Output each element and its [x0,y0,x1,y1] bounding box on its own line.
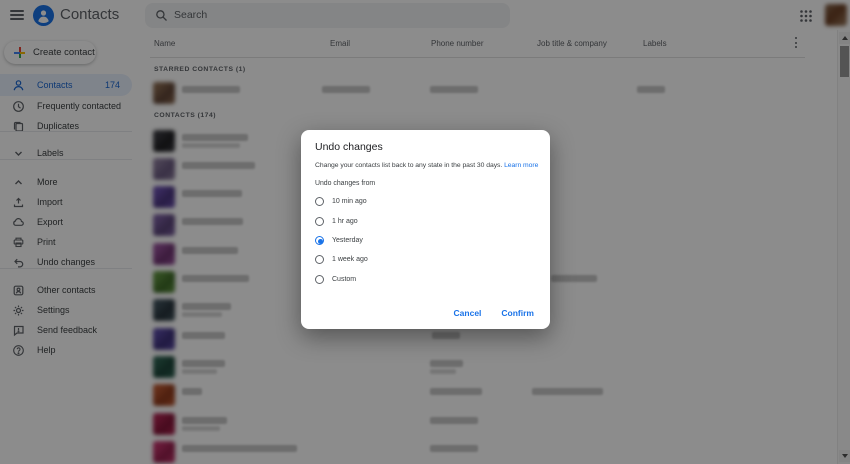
radio-label: 1 week ago [332,256,368,263]
learn-more-link[interactable]: Learn more [504,162,538,169]
radio-icon[interactable] [315,217,324,226]
radio-icon[interactable] [315,236,324,245]
radio-group: 10 min ago 1 hr ago Yesterday 1 week ago Cus… [315,192,535,289]
undo-from-label: Undo changes from [315,180,375,187]
dialog-description: Change your contacts list back to any st… [315,162,538,169]
radio-label: Custom [332,276,356,283]
radio-icon[interactable] [315,255,324,264]
radio-option-1-hr-ago[interactable]: 1 hr ago [315,211,535,230]
radio-option-custom[interactable]: Custom [315,270,535,289]
radio-option-yesterday[interactable]: Yesterday [315,231,535,250]
undo-changes-dialog: Undo changes Change your contacts list b… [301,130,550,329]
radio-label: Yesterday [332,237,363,244]
dialog-actions: Cancel Confirm [452,305,536,321]
radio-label: 1 hr ago [332,218,358,225]
cancel-button[interactable]: Cancel [452,305,484,321]
radio-icon[interactable] [315,275,324,284]
radio-option-1-week-ago[interactable]: 1 week ago [315,250,535,269]
radio-label: 10 min ago [332,198,367,205]
confirm-button[interactable]: Confirm [499,305,536,321]
radio-icon[interactable] [315,197,324,206]
google-contacts-window: Contacts Search Create contact [0,0,850,464]
radio-option-10-min-ago[interactable]: 10 min ago [315,192,535,211]
dialog-title: Undo changes [315,141,383,153]
